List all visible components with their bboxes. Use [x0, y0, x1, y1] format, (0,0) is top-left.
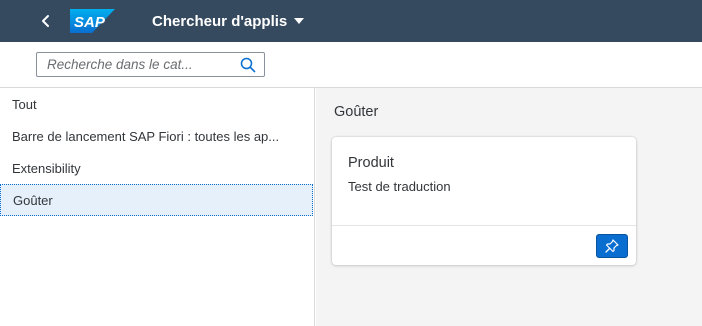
tile-subtitle: Test de traduction [348, 179, 451, 194]
caret-down-icon [294, 18, 305, 24]
catalog-content: Goûter Produit Test de traduction [316, 88, 702, 326]
pin-button[interactable] [596, 234, 628, 258]
catalog-item-label: Barre de lancement SAP Fiori : toutes le… [12, 128, 280, 144]
app-title-menu[interactable]: Chercheur d'applis [152, 12, 305, 30]
shell-bar: SAP Chercheur d'applis [0, 0, 702, 42]
search-field [36, 52, 265, 77]
catalog-item-all[interactable]: Tout [0, 88, 314, 120]
tile-title: Produit [348, 155, 394, 171]
catalog-item-label: Tout [12, 96, 37, 112]
pin-icon [605, 239, 619, 253]
back-button[interactable] [34, 9, 58, 33]
section-title: Goûter [334, 104, 379, 120]
search-input[interactable] [47, 53, 237, 76]
app-tile[interactable]: Produit Test de traduction [332, 137, 636, 265]
catalog-item-launchpad[interactable]: Barre de lancement SAP Fiori : toutes le… [0, 120, 314, 152]
catalog-item-label: Extensibility [12, 160, 81, 176]
catalog-item-label: Goûter [13, 192, 53, 208]
search-icon[interactable] [240, 57, 256, 73]
logo-text: SAP [74, 14, 106, 31]
catalog-list: Tout Barre de lancement SAP Fiori : tout… [0, 88, 315, 326]
app-title: Chercheur d'applis [152, 12, 288, 30]
tile-footer [332, 225, 636, 265]
sap-logo[interactable]: SAP [70, 9, 115, 33]
catalog-item-extensibility[interactable]: Extensibility [0, 152, 314, 184]
catalog-item-gouter[interactable]: Goûter [0, 184, 313, 216]
back-chevron-icon [42, 15, 49, 27]
search-bar [0, 42, 702, 88]
